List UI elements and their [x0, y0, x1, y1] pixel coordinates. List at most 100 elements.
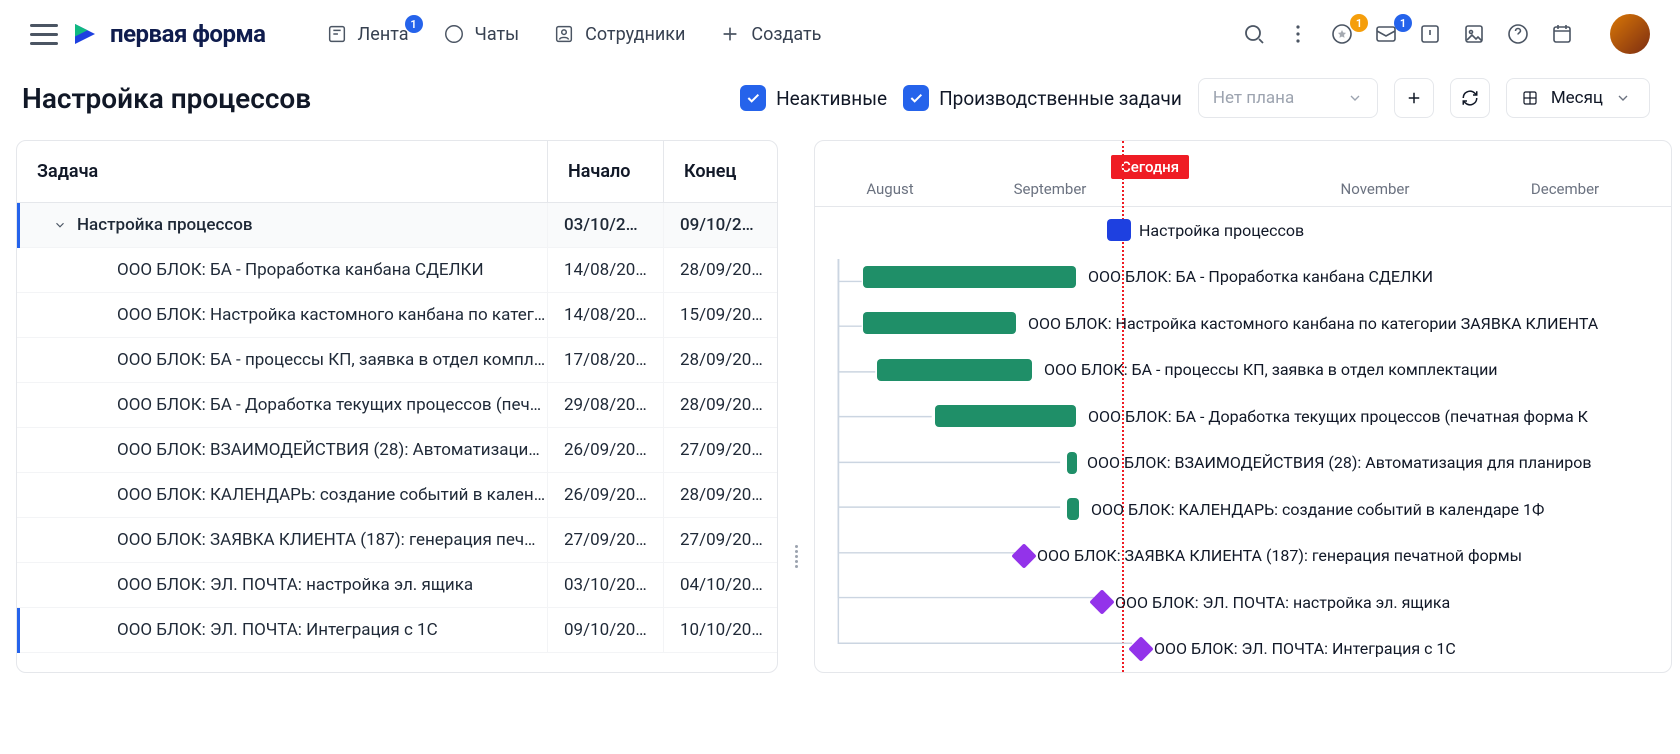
kebab-icon[interactable]	[1286, 22, 1310, 46]
table-row[interactable]: ООО БЛОК: ЭЛ. ПОЧТА: настройка эл. ящика…	[17, 563, 777, 608]
task-end: 28/09/2023	[663, 338, 778, 383]
task-start: 17/08/2023	[547, 338, 663, 383]
gantt-bar[interactable]	[935, 405, 1076, 427]
grid-icon	[1521, 89, 1539, 107]
gantt-row: ООО БЛОК: ВЗАИМОДЕЙСТВИЯ (28): Автоматиз…	[815, 440, 1671, 487]
month-label: November	[1285, 180, 1465, 198]
gantt-bar[interactable]	[1067, 498, 1079, 520]
gantt-label: ООО БЛОК: ЭЛ. ПОЧТА: настройка эл. ящика	[1115, 593, 1450, 612]
feed-badge: 1	[405, 15, 423, 33]
gantt-row: ООО БЛОК: БА - Доработка текущих процесс…	[815, 393, 1671, 440]
col-start[interactable]: Начало	[547, 141, 663, 203]
table-row[interactable]: Настройка процессов03/10/202309/10/2023	[17, 203, 777, 248]
task-name: Настройка процессов	[77, 215, 253, 235]
task-start: 14/08/2023	[547, 248, 663, 293]
gantt-row: ООО БЛОК: Настройка кастомного канбана п…	[815, 300, 1671, 347]
task-start: 26/09/2023	[547, 473, 663, 518]
favorites-icon[interactable]: 1	[1330, 22, 1354, 46]
gantt-row: ООО БЛОК: БА - Проработка канбана СДЕЛКИ	[815, 254, 1671, 301]
checkbox-prod-label: Производственные задачи	[939, 87, 1182, 110]
chevron-down-icon[interactable]	[53, 218, 67, 232]
col-end[interactable]: Конец	[663, 141, 778, 203]
image-icon[interactable]	[1462, 22, 1486, 46]
task-end: 15/09/2023	[663, 293, 778, 338]
nav-create[interactable]: Создать	[719, 23, 821, 45]
gantt-row: ООО БЛОК: КАЛЕНДАРЬ: создание событий в …	[815, 486, 1671, 533]
add-button[interactable]	[1394, 78, 1434, 118]
gantt-row: ООО БЛОК: ЗАЯВКА КЛИЕНТА (187): генераци…	[815, 533, 1671, 580]
splitter[interactable]	[792, 140, 800, 673]
inbox-icon[interactable]: 1	[1374, 22, 1398, 46]
nav-feed-label: Лента	[358, 24, 409, 45]
task-name: ООО БЛОК: БА - Проработка канбана СДЕЛКИ	[117, 260, 484, 280]
checkbox-inactive[interactable]: Неактивные	[740, 85, 887, 111]
alerts-icon[interactable]	[1418, 22, 1442, 46]
nav-chats[interactable]: Чаты	[443, 23, 520, 45]
task-name: ООО БЛОК: ЗАЯВКА КЛИЕНТА (187): генераци…	[117, 530, 535, 550]
view-mode-dropdown[interactable]: Месяц	[1506, 78, 1650, 118]
table-row[interactable]: ООО БЛОК: БА - Проработка канбана СДЕЛКИ…	[17, 248, 777, 293]
search-icon[interactable]	[1242, 22, 1266, 46]
table-row[interactable]: ООО БЛОК: КАЛЕНДАРЬ: создание событий в …	[17, 473, 777, 518]
gantt-bar[interactable]	[863, 266, 1076, 288]
task-name: ООО БЛОК: ЭЛ. ПОЧТА: настройка эл. ящика	[117, 575, 473, 595]
gantt-bar[interactable]	[863, 312, 1016, 334]
user-icon	[553, 23, 575, 45]
checkbox-prod[interactable]: Производственные задачи	[903, 85, 1182, 111]
table-row[interactable]: ООО БЛОК: БА - Доработка текущих процесс…	[17, 383, 777, 428]
task-end: 28/09/2023	[663, 248, 778, 293]
task-end: 10/10/2023	[663, 608, 778, 653]
table-row[interactable]: ООО БЛОК: Настройка кастомного канбана п…	[17, 293, 777, 338]
task-table: Задача Начало Конец Настройка процессов0…	[16, 140, 778, 673]
month-label: August	[815, 180, 965, 198]
avatar[interactable]	[1610, 14, 1650, 54]
task-name: ООО БЛОК: Настройка кастомного канбана п…	[117, 305, 545, 325]
favorites-badge: 1	[1350, 14, 1368, 32]
task-name: ООО БЛОК: ЭЛ. ПОЧТА: Интеграция с 1С	[117, 620, 438, 640]
view-mode-label: Месяц	[1551, 88, 1603, 108]
feed-icon	[326, 23, 348, 45]
gantt-milestone[interactable]	[1089, 590, 1114, 615]
task-start: 14/08/2023	[547, 293, 663, 338]
help-icon[interactable]	[1506, 22, 1530, 46]
gantt-milestone[interactable]	[1011, 543, 1036, 568]
page-title: Настройка процессов	[22, 82, 311, 115]
task-start: 27/09/2023	[547, 518, 663, 563]
table-row[interactable]: ООО БЛОК: ВЗАИМОДЕЙСТВИЯ (28): Автоматиз…	[17, 428, 777, 473]
gantt-bar[interactable]	[1107, 219, 1131, 241]
gantt-row: ООО БЛОК: БА - процессы КП, заявка в отд…	[815, 347, 1671, 394]
inbox-badge: 1	[1394, 14, 1412, 32]
gantt-bar[interactable]	[1067, 452, 1077, 474]
table-row[interactable]: ООО БЛОК: БА - процессы КП, заявка в отд…	[17, 338, 777, 383]
gantt-row: ООО БЛОК: ЭЛ. ПОЧТА: Интеграция с 1С	[815, 626, 1671, 673]
gantt-label: Настройка процессов	[1139, 221, 1304, 240]
table-row[interactable]: ООО БЛОК: ЭЛ. ПОЧТА: Интеграция с 1С09/1…	[17, 608, 777, 653]
gantt-label: ООО БЛОК: БА - Проработка канбана СДЕЛКИ	[1088, 267, 1433, 286]
chevron-down-icon	[1347, 90, 1363, 106]
gantt-chart: Сегодня AugustSeptemberNovemberDecember …	[814, 140, 1672, 673]
task-end: 27/09/2023	[663, 518, 778, 563]
calendar-icon[interactable]	[1550, 22, 1574, 46]
plus-icon	[719, 23, 741, 45]
gantt-row: ООО БЛОК: ЭЛ. ПОЧТА: настройка эл. ящика	[815, 579, 1671, 626]
nav-employees-label: Сотрудники	[585, 24, 685, 45]
gantt-label: ООО БЛОК: КАЛЕНДАРЬ: создание событий в …	[1091, 500, 1544, 519]
gantt-label: ООО БЛОК: ЭЛ. ПОЧТА: Интеграция с 1С	[1154, 639, 1456, 658]
gantt-milestone[interactable]	[1128, 636, 1153, 661]
task-start: 29/08/2023	[547, 383, 663, 428]
gantt-row: Настройка процессов	[815, 207, 1671, 254]
task-end: 27/09/2023	[663, 428, 778, 473]
col-task[interactable]: Задача	[17, 141, 547, 203]
task-name: ООО БЛОК: КАЛЕНДАРЬ: создание событий в …	[117, 485, 545, 505]
chat-icon	[443, 23, 465, 45]
refresh-button[interactable]	[1450, 78, 1490, 118]
plan-placeholder: Нет плана	[1213, 88, 1294, 108]
logo: первая форма	[70, 19, 266, 49]
nav-feed[interactable]: Лента 1	[326, 23, 409, 45]
gantt-bar[interactable]	[877, 359, 1032, 381]
table-row[interactable]: ООО БЛОК: ЗАЯВКА КЛИЕНТА (187): генераци…	[17, 518, 777, 563]
plan-dropdown[interactable]: Нет плана	[1198, 78, 1378, 118]
nav-employees[interactable]: Сотрудники	[553, 23, 685, 45]
gantt-label: ООО БЛОК: БА - процессы КП, заявка в отд…	[1044, 360, 1498, 379]
menu-hamburger[interactable]	[30, 24, 58, 45]
